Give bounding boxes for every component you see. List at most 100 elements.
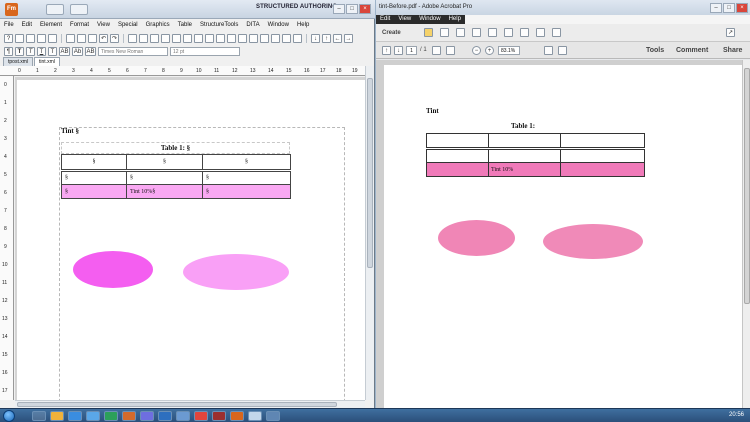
table-title[interactable]: Table 1: § — [61, 142, 290, 154]
print-icon[interactable] — [48, 34, 57, 43]
sign-icon[interactable] — [520, 28, 529, 37]
minimize-icon[interactable]: – — [710, 3, 722, 13]
taskbar-app-icon[interactable] — [32, 411, 46, 421]
page-number-input[interactable]: 1 — [406, 46, 417, 55]
arrow-right-icon[interactable]: → — [344, 34, 353, 43]
undo-icon[interactable]: ↶ — [99, 34, 108, 43]
table-cell[interactable]: § — [61, 170, 127, 185]
framemaker-logo-icon[interactable]: Fm — [5, 3, 18, 16]
menu-edit[interactable]: Edit — [376, 15, 395, 24]
taskbar-app-icon[interactable] — [230, 411, 244, 421]
tab-tpost[interactable]: tpost.xml — [3, 57, 34, 66]
menu-edit[interactable]: Edit — [18, 22, 36, 28]
menu-element[interactable]: Element — [36, 22, 66, 28]
taskbar-app-icon[interactable] — [68, 411, 82, 421]
merge-icon[interactable] — [238, 34, 247, 43]
taskbar-app-icon[interactable] — [122, 411, 136, 421]
expand-icon[interactable]: ↗ — [726, 28, 735, 37]
pdf-page[interactable]: Tint Table 1: Tint 10% — [384, 65, 744, 408]
menu-help[interactable]: Help — [293, 22, 313, 28]
table-cell[interactable]: § — [126, 154, 203, 172]
insert-link-icon[interactable] — [161, 34, 170, 43]
scrollbar-thumb[interactable] — [17, 402, 337, 407]
help-icon[interactable]: ? — [4, 34, 13, 43]
vertical-ruler[interactable]: 0 1 2 3 4 5 6 7 8 9 10 11 12 13 14 15 16… — [0, 76, 14, 400]
bold-button[interactable]: T — [15, 47, 24, 56]
table-cell[interactable]: § — [61, 184, 127, 199]
taskbar-clock[interactable]: 20:56 — [729, 412, 744, 418]
menu-structuretools[interactable]: StructureTools — [196, 22, 242, 28]
maximize-icon[interactable]: □ — [723, 3, 735, 13]
tint-heading[interactable]: Tint § — [61, 127, 79, 135]
share-icon[interactable] — [536, 28, 545, 37]
layout-dropdown-button[interactable] — [70, 4, 88, 15]
fit-width-icon[interactable] — [558, 46, 567, 55]
new-icon[interactable] — [15, 34, 24, 43]
taskbar-app-icon[interactable] — [140, 411, 154, 421]
redo-icon[interactable]: ↷ — [110, 34, 119, 43]
table-cell[interactable]: § — [202, 154, 291, 172]
table-cell[interactable]: § — [202, 170, 291, 185]
minimize-icon[interactable]: – — [333, 4, 345, 14]
table-cell[interactable]: § — [202, 184, 291, 199]
start-button[interactable] — [3, 410, 15, 422]
table-cell[interactable]: § — [126, 170, 203, 185]
validate-icon[interactable] — [216, 34, 225, 43]
menu-table[interactable]: Table — [174, 22, 196, 28]
menu-dita[interactable]: DITA — [242, 22, 263, 28]
change-element-icon[interactable] — [271, 34, 280, 43]
taskbar-app-icon[interactable] — [266, 411, 280, 421]
vertical-scrollbar[interactable] — [365, 66, 374, 400]
font-size-dropdown[interactable]: 12 pt — [170, 47, 240, 56]
para-format-icon[interactable]: ¶ — [4, 47, 13, 56]
arrow-down-icon[interactable]: ↓ — [311, 34, 320, 43]
hand-tool-icon[interactable] — [446, 46, 455, 55]
taskbar-app-icon[interactable] — [212, 411, 226, 421]
close-icon[interactable]: × — [736, 3, 748, 13]
taskbar-app-icon[interactable] — [248, 411, 262, 421]
zoom-in-icon[interactable]: + — [485, 46, 494, 55]
menu-window[interactable]: Window — [264, 22, 293, 28]
prev-page-icon[interactable]: ↑ — [382, 46, 391, 55]
insert-image-icon[interactable] — [139, 34, 148, 43]
magenta-ellipse[interactable] — [73, 251, 153, 288]
attributes-icon[interactable] — [205, 34, 214, 43]
wrap-icon[interactable] — [227, 34, 236, 43]
maximize-icon[interactable]: □ — [346, 4, 358, 14]
arrow-up-icon[interactable]: ↑ — [322, 34, 331, 43]
insert-marker-icon[interactable] — [150, 34, 159, 43]
table-cell[interactable]: Tint 10%§ — [126, 184, 203, 199]
tools-button[interactable]: Tools — [646, 47, 664, 54]
horizontal-scrollbar[interactable] — [15, 400, 365, 408]
vertical-scrollbar[interactable] — [742, 60, 750, 408]
email-icon[interactable] — [472, 28, 481, 37]
fm-table[interactable]: § § § § § § § Tint 10%§ § — [61, 154, 291, 199]
split-icon[interactable] — [249, 34, 258, 43]
menu-graphics[interactable]: Graphics — [142, 22, 174, 28]
uppercase-button[interactable]: AB — [59, 47, 70, 56]
table-cell[interactable]: § — [61, 154, 127, 172]
workspace-dropdown-button[interactable] — [46, 4, 64, 15]
comment-bubble-icon[interactable] — [504, 28, 513, 37]
share-button[interactable]: Share — [723, 47, 742, 54]
menu-format[interactable]: Format — [66, 22, 93, 28]
settings-icon[interactable] — [488, 28, 497, 37]
document-page[interactable]: Tint § Table 1: § § § § § § § § Tint 10%… — [17, 80, 365, 400]
review-icon[interactable] — [552, 28, 561, 37]
taskbar-app-icon[interactable] — [158, 411, 172, 421]
taskbar-app-icon[interactable] — [86, 411, 100, 421]
smallcaps-button[interactable]: AB — [85, 47, 96, 56]
taskbar-app-icon[interactable] — [194, 411, 208, 421]
menu-help[interactable]: Help — [444, 15, 465, 24]
fit-page-icon[interactable] — [544, 46, 553, 55]
strikethrough-button[interactable]: T — [48, 47, 57, 56]
arrow-left-icon[interactable]: ← — [333, 34, 342, 43]
document-pane[interactable]: Tint Table 1: Tint 10% — [376, 60, 744, 408]
comment-button[interactable]: Comment — [676, 47, 708, 54]
print-icon[interactable] — [456, 28, 465, 37]
publish-icon[interactable] — [293, 34, 302, 43]
close-icon[interactable]: × — [359, 4, 371, 14]
save-icon[interactable] — [440, 28, 449, 37]
menu-view[interactable]: View — [93, 22, 114, 28]
workspace-mode-label[interactable]: STRUCTURED AUTHORING — [256, 4, 337, 10]
